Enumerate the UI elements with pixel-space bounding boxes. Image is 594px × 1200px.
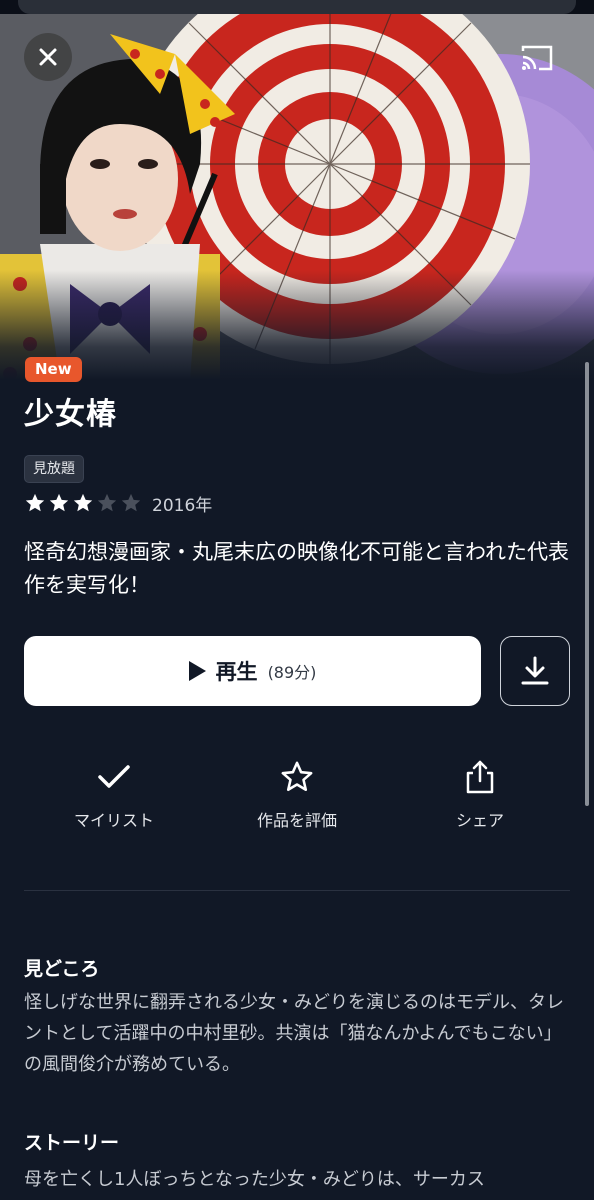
- star-filled-icon: [49, 493, 69, 512]
- action-row: マイリスト 作品を評価 シェア: [24, 755, 570, 845]
- release-year: 2016年: [152, 495, 213, 516]
- share-icon: [466, 760, 494, 794]
- play-icon: [188, 661, 206, 681]
- divider: [24, 890, 570, 891]
- hero-image: [0, 14, 594, 380]
- availability-tag: 見放題: [24, 455, 84, 483]
- rate-button[interactable]: 作品を評価: [217, 755, 377, 831]
- cast-icon: [521, 45, 553, 71]
- story-heading: ストーリー: [24, 1132, 120, 1154]
- rating-row: 2016年: [24, 490, 212, 516]
- star-filled-icon: [25, 493, 45, 512]
- close-button[interactable]: [24, 33, 72, 81]
- star-outline-icon: [281, 761, 313, 792]
- top-strip: [0, 0, 594, 14]
- check-icon: [98, 765, 130, 788]
- close-icon: [39, 48, 57, 66]
- description: 怪奇幻想漫画家・丸尾末広の映像化不可能と言われた代表作を実写化！: [24, 540, 569, 597]
- share-button[interactable]: シェア: [400, 755, 560, 831]
- mylist-button[interactable]: マイリスト: [34, 755, 194, 831]
- download-icon: [521, 656, 549, 685]
- mylist-label: マイリスト: [73, 811, 154, 830]
- highlights-heading: 見どころ: [24, 958, 100, 980]
- scrollbar[interactable]: [585, 362, 589, 806]
- play-label: 再生: [215, 660, 258, 684]
- star-empty-icon: [97, 493, 117, 512]
- download-button[interactable]: [500, 636, 570, 706]
- page-title: 少女椿: [24, 397, 117, 432]
- cast-button[interactable]: [516, 40, 558, 76]
- highlights-body: 怪しげな世界に翻弄される少女・みどりを演じるのはモデル、タレントとして活躍中の中…: [24, 992, 564, 1075]
- share-label: シェア: [455, 811, 504, 830]
- play-button[interactable]: 再生 (89分): [24, 636, 481, 706]
- star-filled-icon: [73, 493, 93, 512]
- rate-label: 作品を評価: [256, 811, 337, 830]
- story-body: 母を亡くし1人ぼっちとなった少女・みどりは、サーカス: [24, 1169, 485, 1190]
- duration: (89分): [267, 663, 317, 682]
- star-empty-icon: [121, 493, 141, 512]
- new-badge: New: [25, 357, 82, 382]
